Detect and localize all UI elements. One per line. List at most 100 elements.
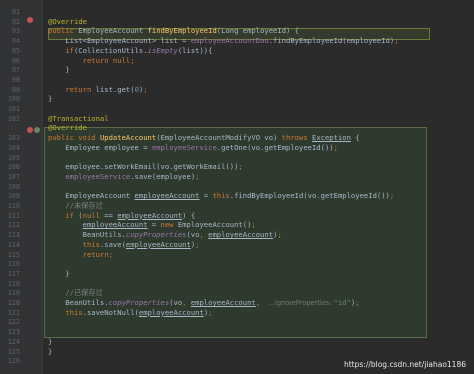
code-line[interactable]: 93 public EmployeeAccount findByEmployeeI…: [0, 26, 474, 36]
code-line[interactable]: 109 EmployeeAccount employeeAccount = th…: [0, 191, 474, 201]
code-text[interactable]: @Override: [48, 17, 87, 27]
line-number: 98: [11, 75, 20, 84]
code-text[interactable]: public EmployeeAccount findByEmployeeId(…: [48, 26, 299, 36]
line-number: 116: [7, 260, 20, 269]
line-number: 125: [7, 347, 20, 356]
line-number: 111: [7, 211, 20, 220]
line-number: 126: [7, 357, 20, 366]
code-text[interactable]: return list.get(0);: [48, 85, 147, 95]
line-number: 100: [7, 95, 20, 104]
code-line[interactable]: 100}: [0, 94, 474, 104]
code-line[interactable]: 105: [0, 153, 474, 163]
code-editor[interactable]: 91 92 @Override 93 public EmployeeAccount fi…: [0, 0, 474, 374]
watermark: https://blog.csdn.net/jiahao1186: [343, 360, 466, 369]
code-line[interactable]: 110 //未保存过: [0, 201, 474, 211]
line-number: 121: [7, 308, 20, 317]
code-line[interactable]: 94 List<EmployeeAccount> list = employee…: [0, 36, 474, 46]
code-text[interactable]: @Override: [48, 123, 87, 133]
line-number: 115: [7, 250, 20, 259]
code-line[interactable]: 113 BeanUtils.copyProperties(vo, employe…: [0, 230, 474, 240]
code-text[interactable]: this.save(employeeAccount);: [48, 240, 200, 250]
code-text[interactable]: Employee employee = employeeService.getO…: [48, 143, 338, 153]
code-line[interactable]: 102 @Transactional: [0, 114, 474, 124]
code-text[interactable]: return null;: [48, 56, 135, 66]
code-text[interactable]: BeanUtils.copyProperties(vo, employeeAcc…: [48, 230, 282, 240]
code-line[interactable]: 111 if (null == employeeAccount) {: [0, 211, 474, 221]
code-text[interactable]: employee.setWorkEmail(vo.getWorkEmail())…: [48, 162, 242, 172]
code-line[interactable]: 92 @Override: [0, 17, 474, 27]
code-line[interactable]: 115 return;: [0, 250, 474, 260]
code-text[interactable]: public void UpdateAccount(EmployeeAccoun…: [48, 133, 360, 143]
line-number: 124: [7, 337, 20, 346]
line-number: 102: [7, 114, 20, 123]
code-line[interactable]: 125}: [0, 347, 474, 357]
code-line[interactable]: 123: [0, 327, 474, 337]
line-number: 95: [11, 46, 20, 55]
line-number: 105: [7, 153, 20, 162]
line-number: 110: [7, 202, 20, 210]
code-line[interactable]: 117 }: [0, 269, 474, 279]
line-number: 96: [11, 56, 20, 65]
code-line[interactable]: 101: [0, 104, 474, 114]
code-line[interactable]: 119 //已保存过: [0, 288, 474, 298]
code-line[interactable]: 124}: [0, 337, 474, 347]
line-number: 97: [11, 66, 20, 75]
code-line[interactable]: 122: [0, 317, 474, 327]
line-number: 108: [7, 182, 20, 191]
line-number: 93: [11, 27, 20, 36]
code-text[interactable]: //未保存过: [48, 201, 102, 211]
code-line[interactable]: 91: [0, 7, 474, 17]
code-line[interactable]: 103 public void UpdateAccount(EmployeeAcc…: [0, 133, 474, 143]
code-text[interactable]: employeeAccount = new EmployeeAccount();: [48, 220, 256, 230]
line-number: 92: [11, 17, 20, 26]
line-number: 113: [7, 231, 20, 240]
code-text[interactable]: }: [48, 94, 52, 104]
line-number: 107: [7, 172, 20, 181]
line-number: 123: [7, 328, 20, 337]
code-text[interactable]: List<EmployeeAccount> list = employeeAcc…: [48, 36, 398, 46]
line-number: 91: [11, 8, 20, 16]
code-text[interactable]: employeeService.save(employee);: [48, 172, 199, 182]
code-line[interactable]: 104 Employee employee = employeeService.…: [0, 143, 474, 153]
code-line[interactable]: 96 return null;: [0, 56, 474, 66]
code-text[interactable]: this.saveNotNull(employeeAccount);: [48, 308, 212, 318]
code-line[interactable]: 121 this.saveNotNull(employeeAccount);: [0, 308, 474, 318]
code-text[interactable]: }: [48, 337, 52, 347]
line-number: 94: [11, 37, 20, 46]
code-text[interactable]: }: [48, 269, 69, 279]
code-text[interactable]: return;: [48, 250, 113, 260]
line-number: 103: [7, 134, 20, 143]
code-line[interactable]: 114 this.save(employeeAccount);: [0, 240, 474, 250]
code-line[interactable]: 120 BeanUtils.copyProperties(vo, employe…: [0, 298, 474, 308]
code-line[interactable]: 112 employeeAccount = new EmployeeAccoun…: [0, 220, 474, 230]
code-text[interactable]: if(CollectionUtils.isEmpty(list)){: [48, 46, 212, 56]
line-number: 120: [7, 299, 20, 307]
line-number: 106: [7, 163, 20, 172]
line-number: 119: [7, 289, 20, 298]
code-line[interactable]: 98: [0, 75, 474, 85]
code-text[interactable]: if (null == employeeAccount) {: [48, 211, 195, 221]
line-number: 114: [7, 240, 20, 249]
code-text[interactable]: }: [48, 347, 52, 357]
line-number: 112: [7, 221, 20, 230]
code-line[interactable]: @Override: [0, 123, 474, 133]
line-number: 109: [7, 192, 20, 201]
line-number: 118: [7, 279, 20, 288]
code-line[interactable]: 118: [0, 279, 474, 289]
line-number: 117: [7, 269, 20, 278]
code-text[interactable]: //已保存过: [48, 288, 102, 298]
line-number: 99: [11, 85, 20, 94]
code-text[interactable]: }: [48, 65, 69, 75]
code-line[interactable]: 108: [0, 182, 474, 192]
code-line[interactable]: 99 return list.get(0);: [0, 85, 474, 95]
code-text[interactable]: EmployeeAccount employeeAccount = this.f…: [48, 191, 394, 201]
code-text[interactable]: BeanUtils.copyProperties(vo, employeeAcc…: [48, 298, 359, 308]
code-line[interactable]: 97 }: [0, 65, 474, 75]
code-line[interactable]: 116: [0, 259, 474, 269]
code-line[interactable]: 106 employee.setWorkEmail(vo.getWorkEmai…: [0, 162, 474, 172]
line-number: 101: [7, 105, 20, 113]
code-text[interactable]: @Transactional: [48, 114, 109, 124]
code-line[interactable]: 107 employeeService.save(employee);: [0, 172, 474, 182]
line-number: 122: [7, 318, 20, 327]
code-line[interactable]: 95 if(CollectionUtils.isEmpty(list)){: [0, 46, 474, 56]
